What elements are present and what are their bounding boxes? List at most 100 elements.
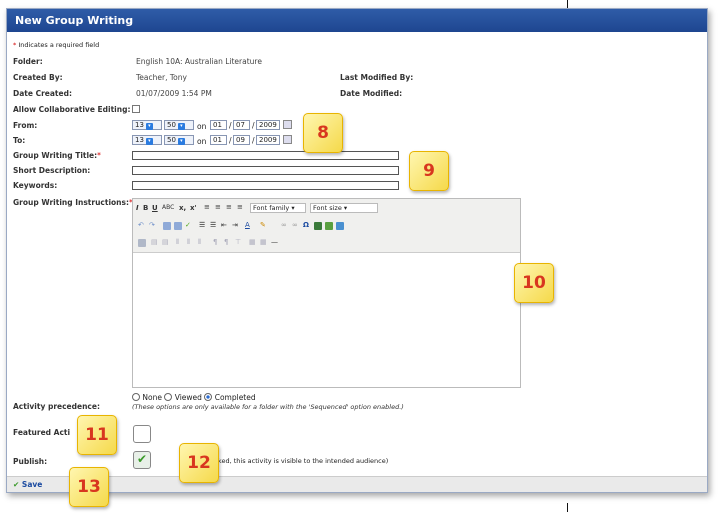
precedence-viewed-radio[interactable]: Viewed — [164, 393, 202, 402]
precedence-label: Activity precedence: — [13, 402, 100, 411]
unlink-icon[interactable]: ∞ — [292, 221, 298, 229]
table-merge-icon[interactable]: ⫴ — [198, 238, 201, 247]
underline-icon[interactable]: U — [152, 204, 158, 212]
table-props-icon[interactable]: ¶ — [213, 238, 217, 246]
to-year-input[interactable]: 2009 — [256, 135, 280, 145]
precedence-completed-radio[interactable]: Completed — [204, 393, 256, 402]
title-input[interactable] — [132, 151, 399, 160]
chevron-down-icon: ▾ — [177, 138, 185, 145]
align-center-icon[interactable]: ≡ — [215, 203, 221, 211]
callout-12: 12 — [179, 443, 219, 483]
collab-checkbox[interactable] — [132, 105, 140, 113]
media-icon[interactable] — [314, 222, 322, 230]
table-cell-icon[interactable]: ¶ — [224, 238, 228, 246]
paste-text-icon[interactable] — [163, 222, 171, 230]
table-row-after-icon[interactable]: ▤ — [162, 238, 169, 246]
created-by-label: Created By: — [13, 73, 63, 82]
keywords-label-row: Keywords: — [13, 181, 57, 190]
table-col-icon[interactable]: ⫴ — [176, 238, 179, 247]
callout-11: 11 — [77, 415, 117, 455]
title-label-row: Group Writing Title:* — [13, 151, 101, 160]
created-by-value: Teacher, Tony — [136, 73, 187, 82]
text-color-icon[interactable]: A — [245, 221, 250, 229]
strikethrough-icon[interactable]: ABC — [162, 204, 174, 211]
edit-css-icon[interactable] — [138, 239, 146, 247]
bold-icon[interactable]: B — [143, 204, 148, 212]
callout-8: 8 — [303, 113, 343, 153]
html-icon[interactable] — [336, 222, 344, 230]
horizontal-rule-icon[interactable]: — — [271, 238, 278, 246]
date-created-label: Date Created: — [13, 89, 72, 98]
precedence-note: (These options are only available for a … — [132, 403, 404, 411]
italic-icon[interactable]: I — [136, 204, 139, 212]
calendar-icon[interactable] — [283, 120, 292, 129]
keywords-input[interactable] — [132, 181, 399, 190]
callout-13: 13 — [69, 467, 109, 507]
collab-label: Allow Collaborative Editing: — [13, 105, 131, 114]
spellcheck-icon[interactable]: ✓ — [185, 221, 191, 229]
bottom-edge-tick — [567, 503, 568, 512]
paste-word-icon[interactable] — [174, 222, 182, 230]
font-family-select[interactable]: Font family ▾ — [250, 203, 306, 213]
table-row-before-icon[interactable]: ▤ — [151, 238, 158, 246]
bullet-list-icon[interactable]: ☰ — [199, 221, 205, 229]
save-button[interactable]: ✔ Save — [13, 480, 42, 489]
precedence-label-row: Activity precedence: — [13, 402, 100, 411]
highlight-color-icon[interactable]: ✎ — [260, 221, 266, 229]
to-minute-select[interactable]: 50 ▾ — [164, 135, 194, 145]
table-split-icon[interactable]: ⫴ — [187, 238, 190, 247]
title-label: Group Writing Title: — [13, 151, 98, 160]
featured-checkbox[interactable] — [133, 425, 151, 443]
to-label: To: — [13, 136, 26, 145]
short-desc-label-row: Short Description: — [13, 166, 90, 175]
link-icon[interactable]: ∞ — [281, 221, 287, 229]
from-minute-select[interactable]: 50 ▾ — [164, 120, 194, 130]
checkmark-icon: ✔ — [137, 452, 148, 466]
from-hour-select[interactable]: 13 ▾ — [132, 120, 162, 130]
from-month-input[interactable]: 07 — [233, 120, 250, 130]
last-modified-by-label: Last Modified By: — [340, 73, 414, 82]
folder-value: English 10A: Australian Literature — [136, 57, 262, 66]
callout-10: 10 — [514, 263, 554, 303]
date-modified-label: Date Modified: — [340, 89, 403, 98]
table-insert-icon[interactable]: ▦ — [249, 238, 256, 246]
required-note: * Indicates a required field — [13, 41, 100, 49]
callout-9: 9 — [409, 151, 449, 191]
table-layout-icon[interactable]: ▦ — [260, 238, 267, 246]
to-day-input[interactable]: 01 — [210, 135, 227, 145]
redo-icon[interactable]: ↷ — [149, 221, 155, 229]
table-delete-icon[interactable]: ⊤ — [235, 238, 241, 246]
precedence-none-radio[interactable]: None — [132, 393, 162, 402]
superscript-icon[interactable]: x' — [190, 204, 197, 212]
from-year-input[interactable]: 2009 — [256, 120, 280, 130]
featured-label: Featured Acti — [13, 428, 71, 437]
short-description-input[interactable] — [132, 166, 399, 175]
outdent-icon[interactable]: ⇤ — [221, 221, 227, 229]
date-created-value: 01/07/2009 1:54 PM — [136, 89, 212, 98]
instructions-label: Group Writing Instructions: — [13, 198, 129, 207]
font-size-select[interactable]: Font size ▾ — [310, 203, 378, 213]
image-icon[interactable] — [325, 222, 333, 230]
editor-content-area[interactable] — [133, 254, 520, 387]
from-day-input[interactable]: 01 — [210, 120, 227, 130]
indent-icon[interactable]: ⇥ — [232, 221, 238, 229]
to-hour-select[interactable]: 13 ▾ — [132, 135, 162, 145]
publish-checkbox[interactable]: ✔ — [133, 451, 151, 469]
folder-row: Folder: English 10A: Australian Literatu… — [13, 57, 703, 66]
to-on-text: on — [197, 137, 207, 146]
instructions-label-row: Group Writing Instructions:* — [13, 198, 133, 207]
align-right-icon[interactable]: ≡ — [226, 203, 232, 211]
numbered-list-icon[interactable]: ☰ — [210, 221, 216, 229]
precedence-options: None Viewed Completed — [132, 393, 256, 402]
publish-label-row: Publish: — [13, 457, 47, 466]
folder-label: Folder: — [13, 57, 43, 66]
calendar-icon[interactable] — [283, 135, 292, 144]
subscript-icon[interactable]: x, — [179, 204, 186, 212]
special-char-icon[interactable]: Ω — [303, 221, 309, 229]
chevron-down-icon: ▾ — [145, 123, 153, 130]
undo-icon[interactable]: ↶ — [138, 221, 144, 229]
align-left-icon[interactable]: ≡ — [204, 203, 210, 211]
to-month-input[interactable]: 09 — [233, 135, 250, 145]
from-label-row: From: — [13, 121, 37, 130]
align-justify-icon[interactable]: ≡ — [237, 203, 243, 211]
